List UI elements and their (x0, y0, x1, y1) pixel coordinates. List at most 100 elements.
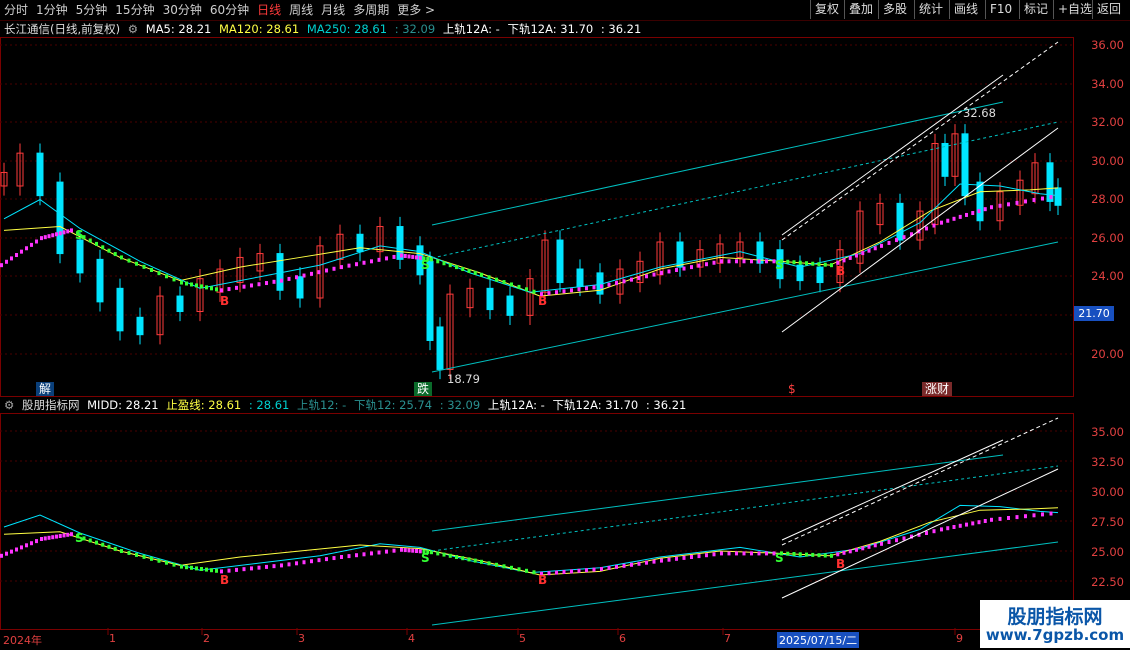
band-dot (895, 238, 898, 243)
band-dot (411, 254, 415, 259)
indicator-band-dot (377, 550, 381, 555)
band-dot (965, 212, 968, 217)
indicator-band-dot (340, 555, 343, 559)
sell-signal: S (775, 551, 784, 565)
band-dot (873, 246, 877, 251)
band-dot (932, 223, 936, 228)
band-dot (786, 259, 790, 264)
band-dot (946, 218, 950, 223)
event-finance[interactable]: 涨财 (922, 382, 953, 396)
band-dot (127, 258, 131, 263)
candle-body (76, 239, 84, 274)
indicator-band-dot (946, 526, 950, 531)
candle-body (961, 133, 969, 197)
price-label-34: 34.00 (1091, 77, 1124, 91)
band-dot (977, 209, 981, 214)
band-dot (952, 216, 956, 221)
indicator-band-dot (932, 529, 936, 534)
band-dot (442, 261, 446, 266)
event-unlock[interactable]: 解 (36, 382, 55, 396)
indicator-band-dot (47, 535, 51, 540)
candle-body (116, 287, 124, 332)
band-dot (562, 289, 566, 294)
indicator-band-dot (990, 517, 993, 522)
indicator-band-dot (95, 540, 98, 545)
band-dot (15, 253, 18, 258)
indicator-band-dot (205, 567, 208, 572)
candle-body (1054, 187, 1062, 206)
band-dot (362, 260, 366, 265)
indicator-band-dot (88, 538, 92, 543)
buy-signal: B (836, 264, 846, 278)
band-dot (190, 282, 193, 287)
indicator-band-dot (480, 559, 483, 564)
band-dot (0, 263, 3, 268)
event-dividend[interactable]: $ (785, 382, 799, 396)
band-dot (5, 259, 8, 264)
indicator-band-dot (902, 536, 906, 541)
indicator-band-dot (20, 545, 23, 550)
indicator-band-dot (958, 523, 962, 528)
indicator-band-dot (660, 558, 663, 563)
band-dot (998, 203, 1002, 208)
price-label-20: 20.00 (1091, 347, 1124, 361)
indicator-band-dot (448, 553, 452, 558)
buy-signal: B (538, 294, 548, 308)
band-dot (180, 280, 183, 285)
band-dot (682, 266, 686, 271)
band-dot (185, 281, 188, 286)
band-dot (120, 255, 123, 260)
band-dot (205, 285, 208, 290)
band-dot (10, 256, 13, 261)
indicator-band-dot (925, 531, 928, 535)
indicator-band-dot (675, 556, 678, 561)
band-dot (502, 280, 506, 285)
indicator-band-dot (392, 548, 396, 553)
event-drop[interactable]: 跌 (414, 382, 433, 396)
candle-body (276, 253, 284, 291)
indicator-band-dot (195, 566, 198, 571)
band-dot (615, 281, 618, 286)
candle-body (176, 295, 184, 313)
band-dot (272, 279, 276, 284)
indicator-band-dot (895, 538, 898, 543)
buy-signal: B (220, 294, 230, 308)
indicator-band-dot (690, 555, 693, 559)
indicator-band-dot (873, 543, 877, 548)
indicator-band-dot (467, 557, 471, 562)
x-label: 5 (519, 632, 526, 645)
indicator-band-dot (411, 548, 415, 553)
band-dot (600, 284, 603, 289)
band-dot (727, 259, 731, 264)
indicator-band-dot (823, 553, 827, 558)
indicator-band-dot (645, 560, 648, 565)
band-dot (660, 270, 663, 275)
band-dot (295, 275, 298, 280)
band-dot (817, 262, 821, 267)
price-label-36: 36.00 (1091, 38, 1124, 52)
candlestick-chart[interactable] (0, 0, 1130, 650)
band-dot (667, 269, 671, 274)
indicator-band-dot (101, 542, 105, 547)
buy-signal: B (836, 557, 846, 571)
indicator-band-dot (867, 544, 871, 549)
indicator-band-dot (798, 552, 802, 557)
indicator-band-dot (325, 557, 328, 562)
indicator-band-dot (848, 549, 852, 554)
x-label: 1 (109, 632, 116, 645)
indicator-band-dot (35, 539, 38, 544)
candle-body (296, 276, 304, 299)
price-label-28: 28.00 (1091, 192, 1124, 206)
indicator-band-dot (742, 551, 746, 556)
band-dot (436, 259, 440, 264)
indicator-band-dot (880, 541, 883, 546)
indicator-band-dot (332, 556, 336, 561)
indicator-band-dot (120, 549, 123, 553)
band-dot (66, 229, 70, 234)
indicator-band-dot (615, 564, 618, 569)
band-dot (607, 282, 611, 287)
indicator-band-dot (510, 565, 513, 570)
band-dot (467, 268, 471, 273)
x-label: 7 (724, 632, 731, 645)
band-dot (792, 260, 796, 265)
